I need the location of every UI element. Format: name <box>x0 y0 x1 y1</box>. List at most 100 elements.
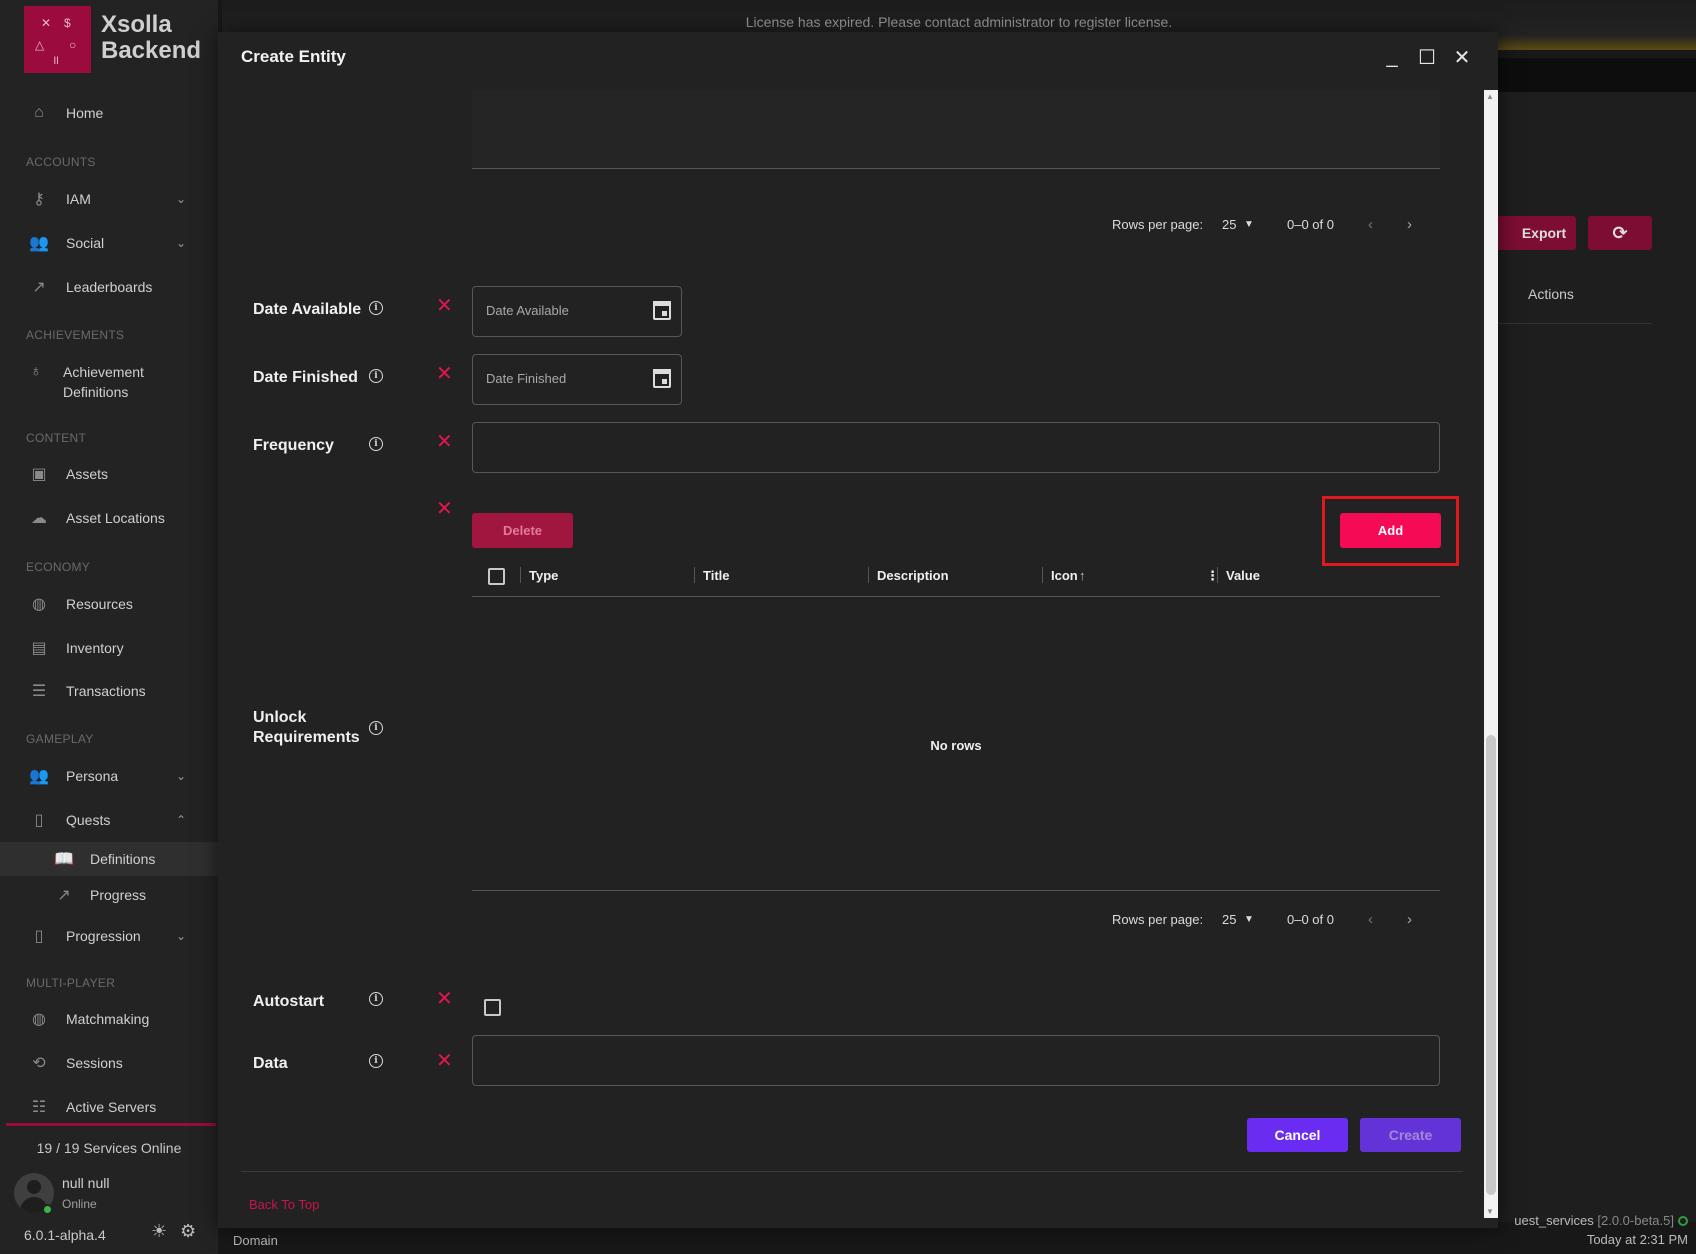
section-accounts: ACCOUNTS <box>26 155 96 169</box>
sidebar-item-active-servers[interactable]: ☷ Active Servers <box>0 1090 218 1124</box>
data-input[interactable] <box>472 1035 1440 1086</box>
sort-ascending-icon[interactable]: ↑ <box>1079 568 1086 583</box>
frequency-input[interactable] <box>472 422 1440 473</box>
info-icon[interactable]: i <box>369 721 383 735</box>
grid-body: No rows <box>472 598 1440 891</box>
sidebar-item-label: Resources <box>66 596 133 612</box>
sidebar-item-home[interactable]: ⌂ Home <box>0 96 218 130</box>
sidebar-item-progress[interactable]: ↗ Progress <box>0 878 218 912</box>
close-icon[interactable]: ✕ <box>1449 44 1475 70</box>
clear-icon[interactable]: ✕ <box>436 293 453 318</box>
back-to-top-link[interactable]: Back To Top <box>249 1197 319 1212</box>
sidebar-item-matchmaking[interactable]: ◍ Matchmaking <box>0 1002 218 1036</box>
column-header-type[interactable]: Type <box>529 568 558 583</box>
column-header-title[interactable]: Title <box>703 568 730 583</box>
key-icon: ⚷ <box>33 191 45 208</box>
frequency-label: Frequency <box>253 437 334 454</box>
maximize-icon[interactable]: ☐ <box>1414 44 1440 70</box>
delete-button[interactable]: Delete <box>472 513 573 548</box>
grid-header: Type Title Description Icon ↑ ⋮ Value <box>472 556 1440 597</box>
delete-button-label: Delete <box>502 523 543 538</box>
list-icon: ☰ <box>31 683 47 700</box>
pagination-range: 0–0 of 0 <box>1287 912 1334 927</box>
calendar-icon[interactable] <box>653 301 671 320</box>
sidebar-item-asset-locations[interactable]: ☁ Asset Locations <box>0 501 218 535</box>
sidebar-item-iam[interactable]: ⚷ IAM ⌄ <box>0 182 218 216</box>
create-button[interactable]: Create <box>1360 1118 1461 1152</box>
chevron-left-icon[interactable]: ‹ <box>1368 911 1373 928</box>
scroll-up-icon[interactable]: ▲ <box>1486 92 1494 101</box>
info-icon[interactable]: i <box>369 1054 383 1068</box>
no-rows-text: No rows <box>930 738 982 753</box>
sidebar-item-label: Leaderboards <box>66 279 153 295</box>
background-divider <box>1497 323 1652 324</box>
column-header-icon[interactable]: Icon <box>1051 568 1078 583</box>
cancel-button[interactable]: Cancel <box>1247 1118 1348 1152</box>
pagination-top: Rows per page: 25 ▼ 0–0 of 0 ‹ › <box>472 216 1440 237</box>
sidebar-item-inventory[interactable]: ▤ Inventory <box>0 631 218 665</box>
refresh-button[interactable]: ⟳ <box>1588 216 1652 250</box>
clear-icon[interactable]: ✕ <box>436 361 453 386</box>
info-icon[interactable]: i <box>369 992 383 1006</box>
sidebar-item-definitions[interactable]: 📖 Definitions <box>0 842 218 876</box>
date-finished-input[interactable]: Date Finished <box>472 354 682 405</box>
rows-per-page-select[interactable]: 25 <box>1222 912 1236 927</box>
select-all-checkbox[interactable] <box>488 568 505 585</box>
sidebar-item-achievement-definitions[interactable]: ♁ Achievement Definitions <box>0 360 218 404</box>
background-content <box>1497 92 1696 1222</box>
sidebar-item-social[interactable]: 👥 Social ⌄ <box>0 226 218 260</box>
date-available-input[interactable]: Date Available <box>472 286 682 337</box>
sidebar-item-label: Persona <box>66 768 119 784</box>
scrollbar[interactable]: ▲ ▼ <box>1484 90 1498 1218</box>
logo-text: Xsolla Backend <box>101 12 201 64</box>
sidebar: ✕ $ △ ○ ॥ Xsolla Backend ⌂ Home ACCOUNTS ⚷… <box>0 0 218 1254</box>
chevron-up-icon: ⌃ <box>176 813 187 827</box>
cloud-icon: ☁ <box>31 510 47 527</box>
chevron-right-icon[interactable]: › <box>1407 911 1412 928</box>
sidebar-item-leaderboards[interactable]: ↗ Leaderboards <box>0 270 218 304</box>
sidebar-item-quests[interactable]: ▯ Quests ⌃ <box>0 803 218 837</box>
autostart-checkbox[interactable] <box>484 999 501 1016</box>
services-online-status: 19 / 19 Services Online <box>36 1140 182 1156</box>
info-icon[interactable]: i <box>369 369 383 383</box>
clear-icon[interactable]: ✕ <box>436 429 453 454</box>
sidebar-item-progression[interactable]: ▯ Progression ⌄ <box>0 919 218 953</box>
rows-per-page-label: Rows per page: <box>1112 217 1204 232</box>
sidebar-item-sessions[interactable]: ⟲ Sessions <box>0 1046 218 1080</box>
clear-icon[interactable]: ✕ <box>436 496 453 521</box>
info-icon[interactable]: i <box>369 437 383 451</box>
data-label: Data <box>253 1055 288 1072</box>
rows-per-page-select[interactable]: 25 <box>1222 217 1236 232</box>
create-entity-dialog: Create Entity _ ☐ ✕ Rows per page: 25 ▼ … <box>218 32 1498 1228</box>
scrollbar-thumb[interactable] <box>1486 735 1496 1195</box>
sidebar-item-resources[interactable]: ◍ Resources <box>0 587 218 621</box>
add-button[interactable]: Add <box>1340 513 1441 548</box>
section-achievements: ACHIEVEMENTS <box>26 328 125 342</box>
export-button[interactable]: Export <box>1512 216 1576 250</box>
caret-down-icon[interactable]: ▼ <box>1244 219 1254 230</box>
add-button-label: Add <box>1377 523 1404 538</box>
column-header-description[interactable]: Description <box>877 568 949 583</box>
sidebar-item-transactions[interactable]: ☰ Transactions <box>0 674 218 708</box>
user-name: null null <box>62 1175 110 1191</box>
status-version: [2.0.0-beta.5] <box>1597 1213 1674 1228</box>
clear-icon[interactable]: ✕ <box>436 1048 453 1073</box>
chevron-right-icon[interactable]: › <box>1407 216 1412 233</box>
calendar-icon[interactable] <box>653 369 671 388</box>
sidebar-item-persona[interactable]: 👥 Persona ⌄ <box>0 759 218 793</box>
sidebar-item-assets[interactable]: ▣ Assets <box>0 457 218 491</box>
refresh-icon: ⟳ <box>1612 222 1628 243</box>
minimize-icon[interactable]: _ <box>1379 44 1405 70</box>
sidebar-item-label: Quests <box>66 812 111 828</box>
gear-icon[interactable]: ⚙ <box>180 1221 196 1242</box>
scroll-down-icon[interactable]: ▼ <box>1486 1207 1494 1216</box>
clear-icon[interactable]: ✕ <box>436 986 453 1011</box>
theme-toggle-icon[interactable]: ☀ <box>151 1221 167 1242</box>
column-header-value[interactable]: Value <box>1226 568 1260 583</box>
export-button-label: Export <box>1521 225 1567 241</box>
unlock-requirements-label: Unlock Requirements <box>253 708 360 748</box>
info-icon[interactable]: i <box>369 301 383 315</box>
caret-down-icon[interactable]: ▼ <box>1244 914 1254 925</box>
column-separator <box>1217 567 1218 583</box>
chevron-left-icon[interactable]: ‹ <box>1368 216 1373 233</box>
